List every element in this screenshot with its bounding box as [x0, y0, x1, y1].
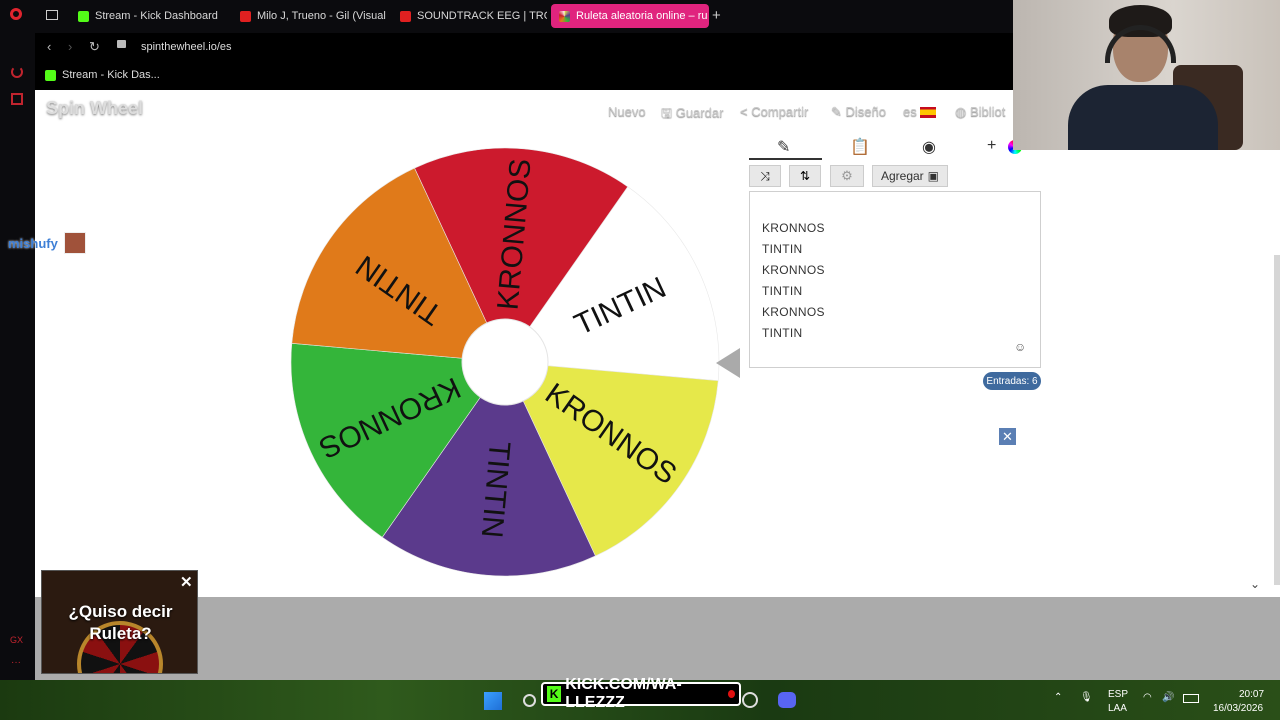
entry-line: KRONNOS [762, 305, 825, 319]
tab-edit[interactable]: ✎ [749, 135, 822, 160]
image-icon: ▣ [927, 169, 940, 183]
wifi-icon[interactable]: ◠ [1143, 692, 1152, 703]
kick-favicon-icon [45, 69, 56, 81]
search-icon[interactable] [523, 694, 536, 707]
hide-eye-icon[interactable]: ◉ [922, 137, 936, 157]
tray-chevron-icon[interactable]: ⌃ [1054, 692, 1062, 703]
history-icon[interactable] [11, 66, 23, 78]
chat-overlay: mishufy [8, 232, 86, 254]
pencil-icon: ✎ [777, 139, 791, 156]
kick-favicon-icon [78, 10, 89, 22]
tab-ruleta-active[interactable]: Ruleta aleatoria online – ru [551, 4, 709, 28]
clock-date[interactable]: 16/03/2026 [1213, 703, 1263, 714]
entry-line: TINTIN [762, 284, 803, 298]
windows-start-icon[interactable] [484, 692, 502, 710]
add-image-button[interactable]: Agregar ▣ [872, 165, 948, 187]
kick-stream-banner: K KICK.COM/WA-LLEZZZ [541, 676, 741, 711]
scrollbar[interactable] [1274, 255, 1280, 585]
reload-icon[interactable]: ↻ [89, 39, 100, 55]
add-plus-icon[interactable]: + [987, 137, 996, 155]
microphone-icon[interactable]: 🎙 [1080, 692, 1093, 703]
entries-textarea[interactable] [749, 191, 1041, 368]
tab-youtube-milo[interactable]: Milo J, Trueno - Gil (Visual [232, 4, 390, 28]
bookmarks-bar: Stream - Kick Das... [35, 61, 1015, 90]
bookmark-kick[interactable]: Stream - Kick Das... [45, 69, 160, 81]
more-icon[interactable]: ··· [11, 657, 21, 668]
opera-logo-icon[interactable] [10, 8, 22, 20]
tab-kick-dashboard[interactable]: Stream - Kick Dashboard [70, 4, 230, 28]
nav-guardar[interactable]: 🖫 Guardar [661, 104, 723, 126]
person-body [1068, 85, 1218, 150]
url-field[interactable]: spinthewheel.io/es [141, 41, 232, 53]
entries-count-badge: Entradas: 6 [983, 372, 1041, 390]
entry-line: KRONNOS [762, 263, 825, 277]
roulette-ad[interactable]: ¿Quiso decir Ruleta? ✕ [41, 570, 198, 674]
save-icon: 🖫 [661, 105, 676, 120]
emoji-icon[interactable]: ☺ [1014, 340, 1026, 354]
ad-text: ¿Quiso decir Ruleta? [68, 602, 173, 643]
tab-youtube-soundtrack[interactable]: SOUNDTRACK EEG | TRO [392, 4, 547, 28]
wheel-center[interactable] [461, 318, 549, 406]
youtube-favicon-icon [400, 10, 411, 22]
back-icon[interactable]: ‹ [47, 39, 51, 54]
discord-icon[interactable] [778, 692, 796, 708]
chevron-down-icon[interactable]: ⌄ [1250, 577, 1260, 591]
vpn-icon[interactable] [11, 93, 23, 105]
browser-sidebar: GX ··· [0, 33, 35, 680]
page-bottom-area [35, 597, 1280, 680]
forward-icon[interactable]: › [68, 39, 72, 54]
pencil-icon: ✎ [831, 104, 846, 119]
tab-manager-icon[interactable] [46, 10, 58, 20]
nav-nuevo[interactable]: Nuevo [608, 104, 646, 119]
site-logo[interactable]: Spin Wheel [46, 98, 143, 119]
youtube-favicon-icon [240, 10, 251, 22]
shuffle-icon: ⤨ [760, 168, 770, 183]
kick-logo-icon: K [547, 686, 562, 702]
entry-line: TINTIN [762, 242, 803, 256]
clipboard-icon[interactable]: 📋 [850, 137, 870, 157]
entry-line: TINTIN [762, 326, 803, 340]
nav-compartir[interactable]: < Compartir [740, 104, 808, 119]
nav-diseno[interactable]: ✎ Diseño [831, 104, 886, 120]
globe-icon: ◍ [955, 104, 970, 119]
volume-icon[interactable]: 🔊 [1162, 692, 1174, 703]
battery-icon[interactable] [1183, 694, 1199, 703]
close-icon[interactable]: ✕ [999, 428, 1016, 445]
settings-button[interactable]: ⚙ [830, 165, 864, 187]
lock-icon [117, 40, 126, 48]
spin-wheel[interactable]: TINTINKRONNOSTINTINKRONNOSTINTIN KRONNOS [289, 146, 721, 578]
sort-button[interactable]: ⇅ [789, 165, 821, 187]
wheel-pointer-icon [716, 348, 740, 378]
chat-emote-icon [63, 232, 86, 254]
webcam-overlay [1013, 0, 1280, 150]
clock-time[interactable]: 20:07 [1239, 689, 1264, 700]
address-bar: ‹ › ↻ spinthewheel.io/es [35, 33, 1015, 61]
spinwheel-favicon-icon [559, 10, 570, 22]
sort-icon: ⇅ [799, 169, 811, 183]
gear-icon: ⚙ [841, 168, 853, 183]
obs-icon[interactable] [742, 692, 758, 708]
entry-line: KRONNOS [762, 221, 825, 235]
nav-biblioteca[interactable]: ◍ Bibliot [955, 104, 1005, 120]
lang-indicator-bottom[interactable]: LAA [1108, 703, 1127, 714]
share-icon: < [740, 104, 752, 119]
lang-indicator-top[interactable]: ESP [1108, 689, 1128, 700]
gx-icon[interactable]: GX [10, 635, 23, 645]
live-dot-icon [727, 690, 736, 698]
spain-flag-icon [920, 107, 937, 119]
chat-username: mishufy [8, 235, 58, 251]
shuffle-button[interactable]: ⤨ [749, 165, 781, 187]
nav-language[interactable]: es [903, 104, 937, 119]
ad-close-icon[interactable]: ✕ [180, 573, 193, 591]
new-tab-plus-icon[interactable]: + [712, 7, 721, 24]
